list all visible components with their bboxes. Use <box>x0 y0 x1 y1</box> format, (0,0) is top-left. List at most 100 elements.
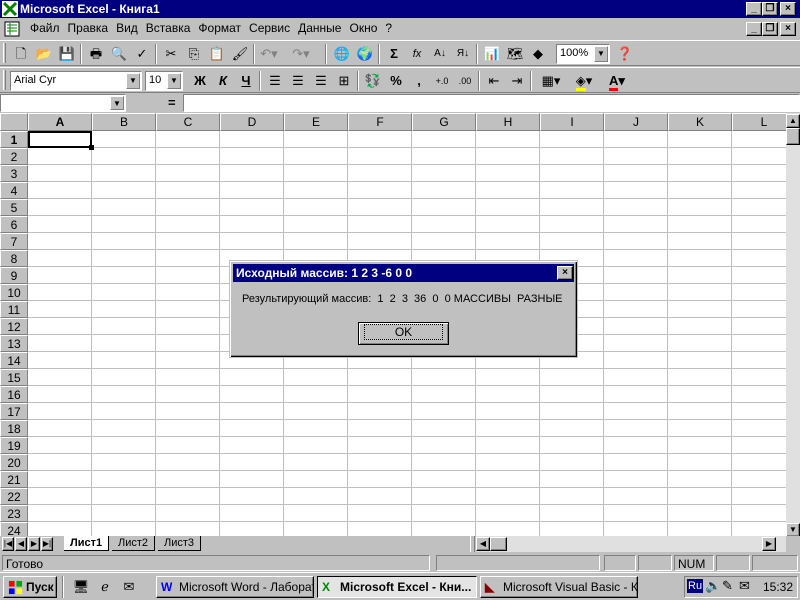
sheet-tab-2[interactable]: Лист2 <box>112 536 156 551</box>
new-icon[interactable]: 🗋 <box>10 44 32 64</box>
scroll-up-icon[interactable]: ▲ <box>786 114 800 128</box>
align-left-icon[interactable]: ☰ <box>264 71 286 91</box>
name-box[interactable]: ▼ <box>0 94 126 112</box>
drawing-icon[interactable]: ◆ <box>527 44 549 64</box>
row-header[interactable]: 15 <box>0 369 28 386</box>
decrease-indent-icon[interactable]: ⇤ <box>483 71 505 91</box>
column-header[interactable]: F <box>348 113 412 131</box>
align-center-icon[interactable]: ☰ <box>287 71 309 91</box>
menu-item-1[interactable]: Правка <box>64 18 113 38</box>
language-indicator[interactable]: Ru <box>687 579 704 593</box>
font-name-select[interactable]: Arial Cyr ▼ <box>10 71 142 91</box>
dialog-titlebar[interactable]: Исходный массив: 1 2 3 -6 0 0 × <box>233 264 574 282</box>
row-header[interactable]: 12 <box>0 318 28 335</box>
sheet-tab-3[interactable]: Лист3 <box>158 536 202 551</box>
minimize-button[interactable]: _ <box>746 2 762 16</box>
chevron-down-icon[interactable]: ▼ <box>126 73 140 89</box>
comma-style-button[interactable]: , <box>408 71 430 91</box>
scroll-thumb[interactable] <box>786 128 800 145</box>
select-all-corner[interactable] <box>0 113 28 131</box>
doc-close-button[interactable]: × <box>780 22 796 36</box>
italic-button[interactable]: К <box>212 71 234 91</box>
sort-descending-icon[interactable]: Я↓ <box>452 44 474 64</box>
workbook-icon[interactable] <box>4 21 20 37</box>
row-header[interactable]: 6 <box>0 216 28 233</box>
task-excel[interactable]: X Microsoft Excel - Кни... <box>317 576 477 598</box>
menu-item-8[interactable]: ? <box>381 18 396 38</box>
row-header[interactable]: 8 <box>0 250 28 267</box>
office-assistant-icon[interactable]: ❓ <box>614 44 636 64</box>
internet-explorer-icon[interactable]: ℯ <box>94 577 116 597</box>
tab-split-handle[interactable] <box>470 536 475 552</box>
row-header[interactable]: 9 <box>0 267 28 284</box>
menu-item-0[interactable]: Файл <box>26 18 64 38</box>
window-titlebar[interactable]: Microsoft Excel - Книга1 _ ❐ × <box>0 0 800 18</box>
column-header[interactable]: E <box>284 113 348 131</box>
hscroll-thumb[interactable] <box>490 537 507 551</box>
save-icon[interactable]: 💾 <box>56 44 78 64</box>
row-header[interactable]: 4 <box>0 182 28 199</box>
row-header[interactable]: 17 <box>0 403 28 420</box>
open-icon[interactable]: 📂 <box>33 44 55 64</box>
menu-item-3[interactable]: Вставка <box>142 18 195 38</box>
last-sheet-icon[interactable]: ▶| <box>41 537 53 551</box>
row-header[interactable]: 3 <box>0 165 28 182</box>
sort-ascending-icon[interactable]: A↓ <box>429 44 451 64</box>
column-header[interactable]: A <box>28 113 92 131</box>
redo-icon[interactable]: ↷▾ <box>290 44 312 64</box>
row-header[interactable]: 18 <box>0 420 28 437</box>
decrease-decimal-icon[interactable]: .00 <box>454 71 476 91</box>
row-header[interactable]: 10 <box>0 284 28 301</box>
autosum-icon[interactable]: Σ <box>383 44 405 64</box>
column-header[interactable]: C <box>156 113 220 131</box>
desktop-icon[interactable]: 🖥 <box>70 577 92 597</box>
row-header[interactable]: 5 <box>0 199 28 216</box>
undo-icon[interactable]: ↶▾ <box>258 44 280 64</box>
column-header[interactable]: I <box>540 113 604 131</box>
scroll-down-icon[interactable]: ▼ <box>786 523 800 537</box>
align-right-icon[interactable]: ☰ <box>310 71 332 91</box>
horizontal-scrollbar[interactable]: ◀ ▶ <box>476 536 786 552</box>
column-header[interactable]: J <box>604 113 668 131</box>
restore-button[interactable]: ❐ <box>762 2 778 16</box>
doc-minimize-button[interactable]: _ <box>746 22 762 36</box>
hyperlink-icon[interactable]: 🌍 <box>354 44 376 64</box>
fill-color-icon[interactable]: ◈▾ <box>569 71 599 91</box>
prev-sheet-icon[interactable]: ◀ <box>15 537 27 551</box>
ok-button[interactable]: OK <box>358 322 449 345</box>
print-preview-icon[interactable]: 🔍 <box>108 44 130 64</box>
toolbar-grip[interactable] <box>3 70 6 90</box>
scroll-right-icon[interactable]: ▶ <box>762 537 776 551</box>
mail-icon[interactable]: ✉ <box>739 578 750 594</box>
row-header[interactable]: 20 <box>0 454 28 471</box>
outlook-icon[interactable]: ✉ <box>118 577 140 597</box>
row-header[interactable]: 16 <box>0 386 28 403</box>
task-vba[interactable]: ◣ Microsoft Visual Basic - Кн... <box>480 576 638 598</box>
font-color-icon[interactable]: A▾ <box>602 71 632 91</box>
row-header[interactable]: 1 <box>0 131 28 148</box>
print-icon[interactable]: 🖶 <box>85 44 107 64</box>
row-header[interactable]: 23 <box>0 505 28 522</box>
row-header[interactable]: 13 <box>0 335 28 352</box>
column-header[interactable]: L <box>732 113 786 131</box>
formula-input[interactable] <box>183 94 800 112</box>
borders-icon[interactable]: ▦▾ <box>536 71 566 91</box>
column-header[interactable]: G <box>412 113 476 131</box>
column-header[interactable]: B <box>92 113 156 131</box>
web-globe-icon[interactable]: 🌐 <box>331 44 353 64</box>
row-header[interactable]: 14 <box>0 352 28 369</box>
row-header[interactable]: 21 <box>0 471 28 488</box>
column-header[interactable]: K <box>668 113 732 131</box>
function-icon[interactable]: fx <box>406 44 428 64</box>
map-icon[interactable]: 🗺 <box>504 44 526 64</box>
format-painter-icon[interactable]: 🖌 <box>229 44 251 64</box>
menu-item-2[interactable]: Вид <box>112 18 142 38</box>
close-button[interactable]: × <box>780 2 796 16</box>
scheduler-icon[interactable]: ✎ <box>722 578 733 594</box>
next-sheet-icon[interactable]: ▶ <box>28 537 40 551</box>
underline-button[interactable]: Ч <box>235 71 257 91</box>
doc-restore-button[interactable]: ❐ <box>762 22 778 36</box>
chevron-down-icon[interactable]: ▼ <box>594 46 608 62</box>
toolbar-grip[interactable] <box>3 43 6 63</box>
bold-button[interactable]: Ж <box>189 71 211 91</box>
